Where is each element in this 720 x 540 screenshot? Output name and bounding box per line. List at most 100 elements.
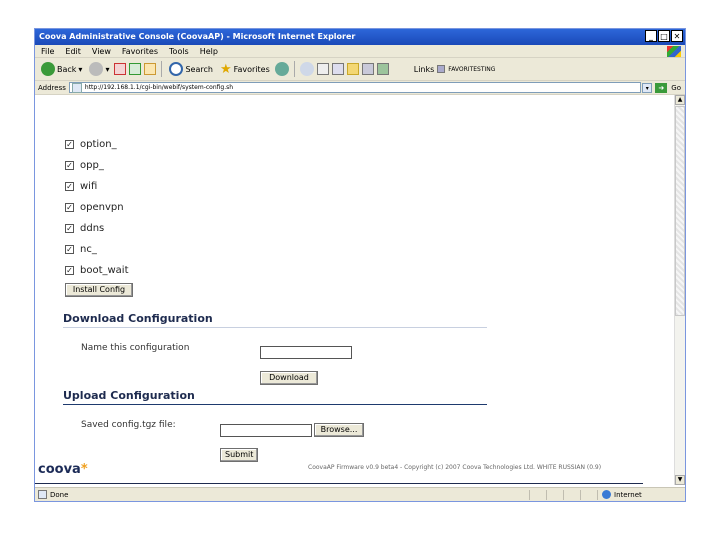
checkbox-label: nc_ <box>80 244 97 255</box>
search-label: Search <box>185 64 213 74</box>
back-arrow-icon <box>41 62 55 76</box>
title-bar[interactable]: Coova Administrative Console (CoovaAP) -… <box>35 29 685 45</box>
checkbox-label: boot_wait <box>80 265 129 276</box>
history-icon[interactable] <box>274 62 289 76</box>
messenger-icon[interactable] <box>361 63 374 75</box>
menu-favorites[interactable]: Favorites <box>122 47 158 56</box>
checkbox-row-wifi[interactable]: ✓ wifi <box>65 181 97 192</box>
checkbox-row-ddns[interactable]: ✓ ddns <box>65 223 104 234</box>
checkbox[interactable]: ✓ <box>65 140 74 149</box>
checkbox[interactable]: ✓ <box>65 245 74 254</box>
checkbox-label: opp_ <box>80 160 104 171</box>
status-text: Done <box>50 490 69 499</box>
menu-bar: File Edit View Favorites Tools Help <box>35 45 685 58</box>
zone-panel: Internet <box>597 489 685 500</box>
edit-icon[interactable] <box>331 63 344 75</box>
checkbox[interactable]: ✓ <box>65 266 74 275</box>
status-segment <box>580 489 595 500</box>
forward-button[interactable]: ▾ <box>87 60 111 78</box>
back-button[interactable]: Back ▾ <box>39 60 84 78</box>
mail-icon[interactable] <box>299 62 314 76</box>
address-label: Address <box>38 83 66 92</box>
install-config-button[interactable]: Install Config <box>65 283 133 297</box>
home-icon[interactable] <box>144 63 157 75</box>
search-button[interactable]: Search <box>167 60 214 78</box>
section-divider <box>63 404 487 405</box>
checkbox-row-opp[interactable]: ✓ opp_ <box>65 160 104 171</box>
scrollbar-thumb[interactable] <box>675 106 685 316</box>
menu-file[interactable]: File <box>41 47 54 56</box>
download-section-title: Download Configuration <box>63 312 213 325</box>
menu-help[interactable]: Help <box>200 47 218 56</box>
go-arrow-icon[interactable]: ➜ <box>655 82 668 93</box>
status-segment <box>546 489 561 500</box>
checkbox[interactable]: ✓ <box>65 182 74 191</box>
scroll-up-arrow-icon[interactable]: ▲ <box>675 95 685 105</box>
status-segment <box>529 489 544 500</box>
checkbox[interactable]: ✓ <box>65 161 74 170</box>
address-url: http://192.168.1.1/cgi-bin/webif/system-… <box>84 84 234 91</box>
maximize-button[interactable]: □ <box>658 30 670 42</box>
checkbox-label: ddns <box>80 223 105 234</box>
toolbar-separator <box>161 61 163 77</box>
checkbox-row-option[interactable]: ✓ option_ <box>65 139 117 150</box>
address-input[interactable]: http://192.168.1.1/cgi-bin/webif/system-… <box>68 82 642 93</box>
toolbar: Back ▾ ▾ Search ★ Favorites Links FAVORI… <box>35 58 685 81</box>
status-segment <box>563 489 578 500</box>
star-icon: ★ <box>219 61 232 77</box>
coova-logo: coova* <box>38 462 88 477</box>
favorites-label: Favorites <box>233 64 270 74</box>
page-icon <box>71 82 82 93</box>
checkbox-label: option_ <box>80 139 117 150</box>
tools-icon[interactable] <box>376 63 389 75</box>
star-icon: * <box>80 462 88 477</box>
toolbar-separator <box>293 61 295 77</box>
close-button[interactable]: ✕ <box>671 30 683 42</box>
address-bar: Address http://192.168.1.1/cgi-bin/webif… <box>35 81 685 95</box>
forward-arrow-icon <box>89 62 104 76</box>
refresh-icon[interactable] <box>129 63 142 75</box>
menu-edit[interactable]: Edit <box>65 47 81 56</box>
logo-text: coova <box>38 462 81 477</box>
checkbox[interactable]: ✓ <box>65 224 74 233</box>
links-item[interactable]: FAVORITESTING <box>448 66 495 73</box>
checkbox-row-nc[interactable]: ✓ nc_ <box>65 244 97 255</box>
chevron-down-icon: ▾ <box>78 64 83 74</box>
globe-icon <box>602 490 611 499</box>
menu-tools[interactable]: Tools <box>169 47 189 56</box>
submit-button[interactable]: Submit <box>220 448 258 462</box>
search-icon <box>169 62 184 76</box>
download-button[interactable]: Download <box>260 371 318 385</box>
upload-section-title: Upload Configuration <box>63 389 195 402</box>
browser-window: Coova Administrative Console (CoovaAP) -… <box>34 28 686 502</box>
checkbox-row-boot-wait[interactable]: ✓ boot_wait <box>65 265 129 276</box>
scroll-down-arrow-icon[interactable]: ▼ <box>675 475 685 485</box>
footer-divider <box>35 483 643 484</box>
vertical-scrollbar[interactable]: ▲ ▼ <box>674 95 685 485</box>
favorites-button[interactable]: ★ Favorites <box>218 60 272 78</box>
checkbox-label: openvpn <box>80 202 124 213</box>
page-content: ✓ option_ ✓ opp_ ✓ wifi ✓ openvpn ✓ ddns… <box>35 95 675 485</box>
back-label: Back <box>57 64 77 74</box>
chevron-down-icon: ▾ <box>105 64 110 74</box>
window-title: Coova Administrative Console (CoovaAP) -… <box>39 32 356 41</box>
menu-view[interactable]: View <box>92 47 111 56</box>
stop-icon[interactable] <box>114 63 127 75</box>
links-label: Links <box>413 64 435 74</box>
config-file-label: Saved config.tgz file: <box>81 420 176 430</box>
print-icon[interactable] <box>316 63 329 75</box>
windows-logo-icon <box>667 46 681 57</box>
footer-copyright: CoovaAP Firmware v0.9 beta4 - Copyright … <box>308 464 602 471</box>
config-file-input[interactable] <box>220 424 312 437</box>
page-done-icon <box>38 490 47 499</box>
go-button[interactable]: Go <box>667 84 685 92</box>
minimize-button[interactable]: _ <box>645 30 657 42</box>
checkbox-row-openvpn[interactable]: ✓ openvpn <box>65 202 124 213</box>
link-icon <box>437 65 446 73</box>
address-dropdown-button[interactable]: ▾ <box>642 82 653 93</box>
config-name-input[interactable] <box>260 346 352 359</box>
folder-icon[interactable] <box>346 63 359 75</box>
browse-button[interactable]: Browse... <box>314 423 364 437</box>
checkbox[interactable]: ✓ <box>65 203 74 212</box>
config-name-label: Name this configuration <box>81 343 190 353</box>
